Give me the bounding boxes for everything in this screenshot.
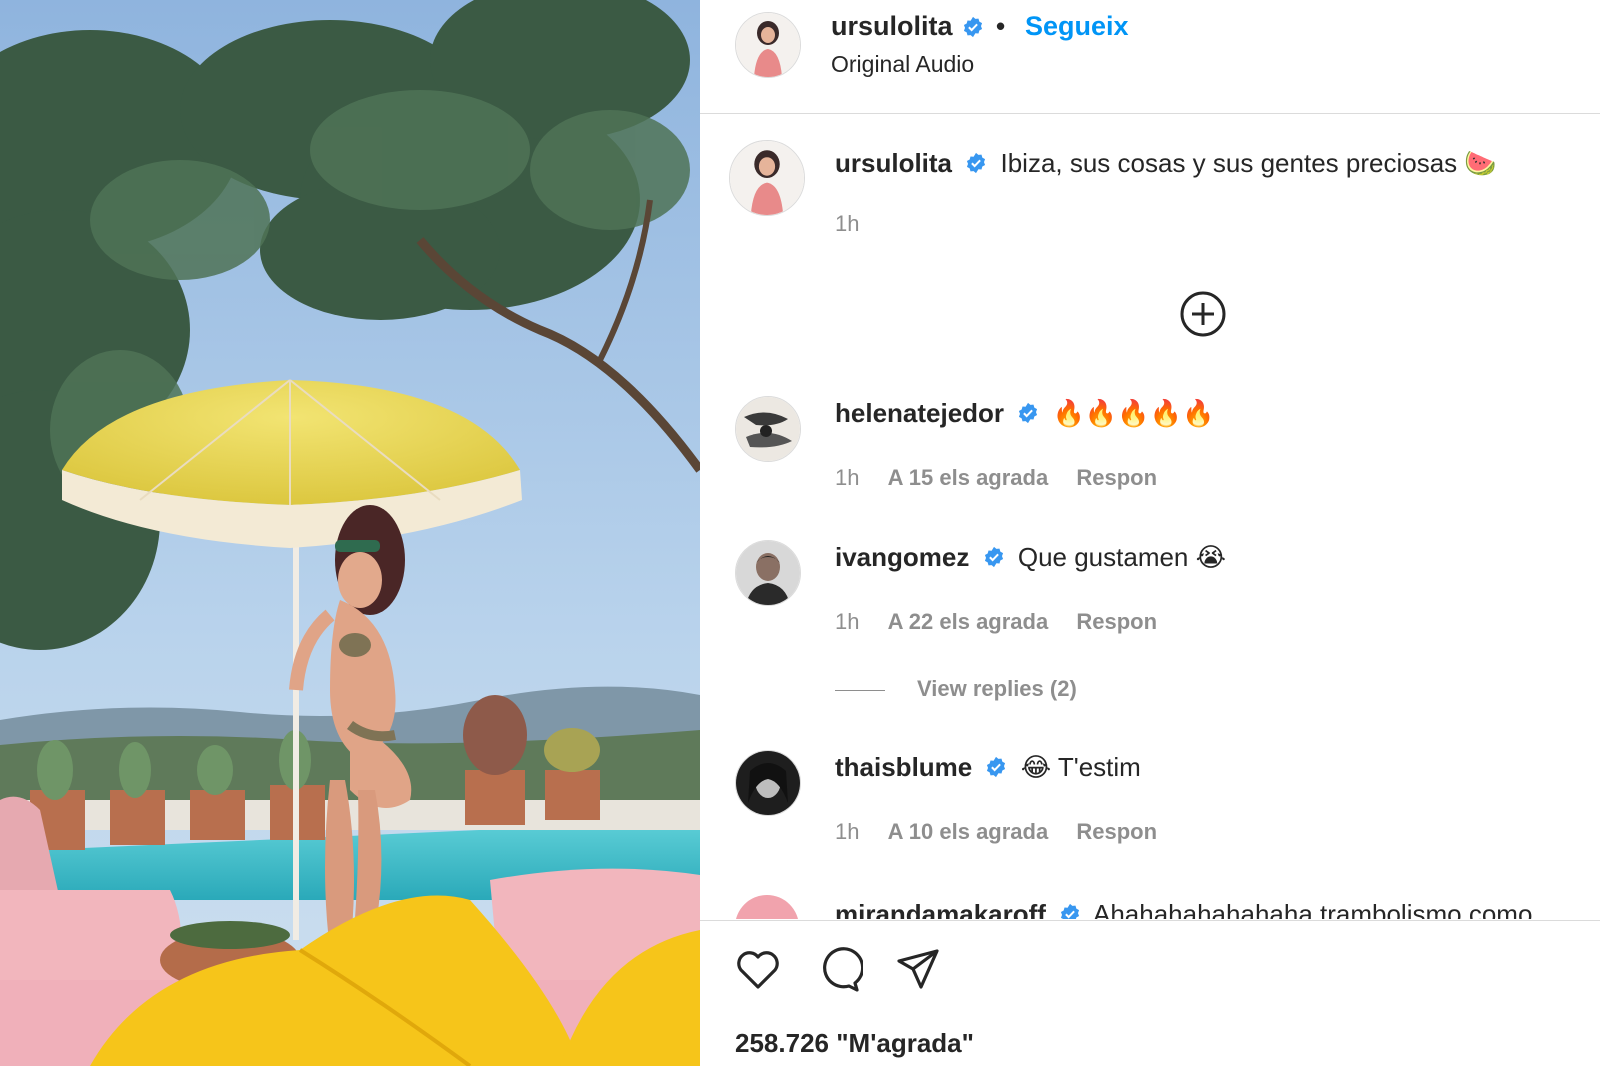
replies-divider-line: [835, 689, 885, 691]
comment-username[interactable]: helenatejedor: [835, 398, 1004, 428]
footer-divider: [700, 920, 1600, 921]
watermelon-emoji: 🍉: [1464, 148, 1497, 178]
post-video-frame: [0, 0, 700, 1066]
verified-badge-icon: [987, 757, 1006, 778]
post-media[interactable]: [0, 0, 700, 1066]
comment-username[interactable]: mirandamakaroff: [835, 899, 1046, 919]
comment-text: 🔥🔥🔥🔥🔥: [1052, 398, 1215, 428]
comment-likes[interactable]: A 22 els agrada: [888, 609, 1049, 634]
caption-text: Ibiza, sus cosas y sus gentes preciosas: [1000, 148, 1458, 178]
verified-badge-icon: [967, 153, 986, 174]
caption-meta: 1h: [835, 211, 881, 237]
comment-time[interactable]: 1h: [835, 465, 859, 490]
header-divider: [700, 113, 1600, 114]
comment-meta: 1h A 10 els agrada Respon: [835, 819, 1179, 845]
reply-button[interactable]: Respon: [1076, 609, 1157, 634]
verified-badge-icon: [1061, 904, 1080, 919]
comment-time[interactable]: 1h: [835, 819, 859, 844]
caption-avatar[interactable]: [729, 140, 805, 216]
reply-button[interactable]: Respon: [1076, 819, 1157, 844]
comment-username[interactable]: thaisblume: [835, 752, 972, 782]
verified-badge-icon: [1019, 403, 1038, 424]
post-side-panel: ursulolita • Segueix Original Audio ursu…: [700, 0, 1600, 1066]
commenter-avatar[interactable]: [735, 750, 801, 816]
add-comment-icon[interactable]: [1179, 290, 1227, 338]
caption-username[interactable]: ursulolita: [835, 148, 952, 178]
comment-username[interactable]: ivangomez: [835, 542, 969, 572]
comment: mirandamakaroff Ahahahahahahaha tramboli…: [835, 899, 1532, 919]
caption-time[interactable]: 1h: [835, 211, 859, 236]
follow-button[interactable]: Segueix: [1025, 11, 1129, 42]
comment-text: Ahahahahahahaha trambolismo como: [1093, 899, 1533, 919]
verified-badge-icon: [984, 547, 1003, 568]
verified-badge-icon: [963, 16, 983, 38]
view-replies-label: View replies (2): [917, 676, 1077, 701]
commenter-avatar[interactable]: [735, 895, 799, 919]
commenter-avatar[interactable]: [735, 396, 801, 462]
comment-likes[interactable]: A 10 els agrada: [888, 819, 1049, 844]
heart-icon[interactable]: [733, 945, 783, 995]
header-separator: •: [996, 11, 1006, 41]
author-avatar[interactable]: [735, 12, 801, 78]
comment-text: 😂 T'estim: [1020, 752, 1141, 782]
partial-comment: mirandamakaroff Ahahahahahahaha tramboli…: [700, 893, 1600, 919]
comment-meta: 1h A 15 els agrada Respon: [835, 465, 1179, 491]
comment: ivangomez Que gustamen 😭: [835, 542, 1226, 573]
share-icon[interactable]: [893, 945, 943, 995]
commenter-avatar[interactable]: [735, 540, 801, 606]
comment: thaisblume 😂 T'estim: [835, 752, 1141, 783]
reply-button[interactable]: Respon: [1076, 465, 1157, 490]
comment-text: Que gustamen 😭: [1017, 542, 1226, 572]
comment-icon[interactable]: [813, 945, 863, 995]
comment: helenatejedor 🔥🔥🔥🔥🔥: [835, 398, 1214, 429]
author-username[interactable]: ursulolita: [831, 11, 953, 42]
comment-likes[interactable]: A 15 els agrada: [888, 465, 1049, 490]
view-replies-button[interactable]: View replies (2): [835, 676, 1077, 702]
caption: ursulolita Ibiza, sus cosas y sus gentes…: [835, 148, 1497, 179]
likes-count[interactable]: 258.726 "M'agrada": [735, 1028, 974, 1059]
audio-link[interactable]: Original Audio: [831, 51, 974, 78]
comment-time[interactable]: 1h: [835, 609, 859, 634]
comment-meta: 1h A 22 els agrada Respon: [835, 609, 1179, 635]
